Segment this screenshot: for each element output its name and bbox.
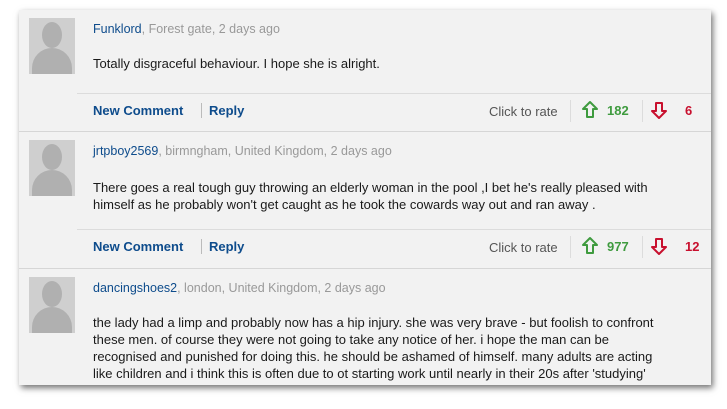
comment-meta: Funklord, Forest gate, 2 days ago xyxy=(93,22,280,36)
default-avatar-icon xyxy=(29,277,75,333)
action-divider xyxy=(201,103,202,118)
arrow-up-outline-icon[interactable] xyxy=(581,236,599,261)
up-vote-count: 182 xyxy=(607,103,629,118)
comment-text-line: like children and i think this is often … xyxy=(93,366,646,381)
comment: jrtpboy2569, birmngham, United Kingdom, … xyxy=(19,131,711,269)
action-divider xyxy=(201,239,202,254)
comment-text: Totally disgraceful behaviour. I hope sh… xyxy=(93,56,380,71)
comment-location-time: , birmngham, United Kingdom, 2 days ago xyxy=(158,144,392,158)
arrow-down-outline-icon[interactable] xyxy=(650,100,668,125)
new-comment-button[interactable]: New Comment xyxy=(93,239,183,254)
comment-text: There goes a real tough guy throwing an … xyxy=(93,179,693,213)
up-vote-count: 977 xyxy=(607,239,629,254)
rate-divider xyxy=(642,236,643,258)
default-avatar-icon xyxy=(29,18,75,74)
reply-button[interactable]: Reply xyxy=(209,103,244,118)
comment: Funklord, Forest gate, 2 days ago Totall… xyxy=(19,10,711,131)
new-comment-button[interactable]: New Comment xyxy=(93,103,183,118)
comment-location-time: , Forest gate, 2 days ago xyxy=(141,22,280,36)
comment: dancingshoes2, london, United Kingdom, 2… xyxy=(19,268,711,385)
default-avatar-icon xyxy=(29,140,75,196)
arrow-down-outline-icon[interactable] xyxy=(650,236,668,261)
username-link[interactable]: Funklord xyxy=(93,22,142,36)
username-link[interactable]: jrtpboy2569 xyxy=(93,144,158,158)
username-link[interactable]: dancingshoes2 xyxy=(93,281,177,295)
comment-text-line: these men. of course they were not going… xyxy=(93,332,609,347)
comments-panel: Funklord, Forest gate, 2 days ago Totall… xyxy=(19,10,711,385)
comment-actions: New Comment Reply Click to rate 182 6 xyxy=(77,93,711,128)
comment-text-line: recognised and punished for doing this. … xyxy=(93,349,653,364)
click-to-rate-label: Click to rate xyxy=(489,104,558,119)
comment-meta: dancingshoes2, london, United Kingdom, 2… xyxy=(93,281,386,295)
reply-button[interactable]: Reply xyxy=(209,239,244,254)
comment-location-time: , london, United Kingdom, 2 days ago xyxy=(177,281,386,295)
comment-meta: jrtpboy2569, birmngham, United Kingdom, … xyxy=(93,144,392,158)
rate-divider xyxy=(570,236,571,258)
down-vote-count: 12 xyxy=(685,239,700,254)
comment-text-line: himself as he probably won't get caught … xyxy=(93,197,596,212)
arrow-up-outline-icon[interactable] xyxy=(581,100,599,125)
rate-divider xyxy=(642,100,643,122)
comment-text: the lady had a limp and probably now has… xyxy=(93,314,693,382)
comment-actions: New Comment Reply Click to rate 977 12 xyxy=(77,229,711,264)
rate-divider xyxy=(570,100,571,122)
click-to-rate-label: Click to rate xyxy=(489,240,558,255)
comment-text-line: the lady had a limp and probably now has… xyxy=(93,315,654,330)
comment-text-line: There goes a real tough guy throwing an … xyxy=(93,180,648,195)
down-vote-count: 6 xyxy=(685,103,693,118)
